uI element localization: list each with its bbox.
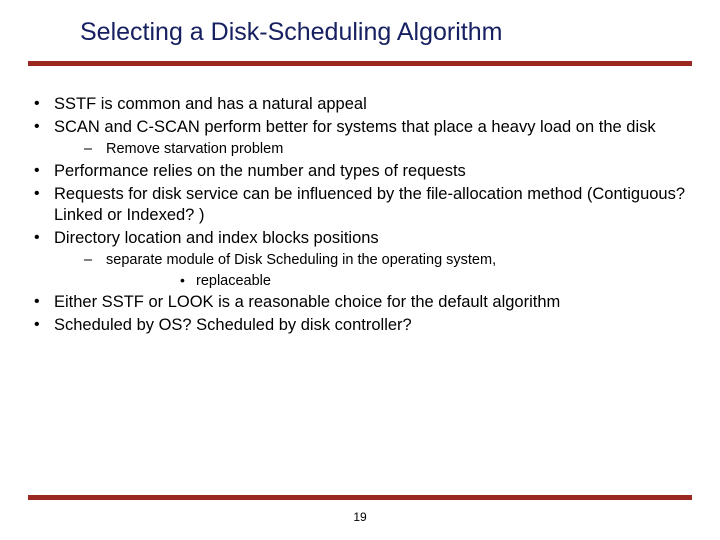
bullet-item: Directory location and index blocks posi… bbox=[28, 228, 692, 290]
bullet-item: Performance relies on the number and typ… bbox=[28, 161, 692, 182]
slide-content: SSTF is common and has a natural appeal … bbox=[28, 94, 692, 337]
bullet-item: Either SSTF or LOOK is a reasonable choi… bbox=[28, 292, 692, 313]
bullet-item: Requests for disk service can be influen… bbox=[28, 184, 692, 226]
divider-top bbox=[28, 61, 692, 66]
bullet-item: SCAN and C-SCAN perform better for syste… bbox=[28, 117, 692, 159]
sub-bullet-item: separate module of Disk Scheduling in th… bbox=[54, 251, 692, 290]
page-number: 19 bbox=[0, 510, 720, 524]
slide-title: Selecting a Disk-Scheduling Algorithm bbox=[28, 18, 692, 61]
subsub-bullet-item: replaceable bbox=[106, 272, 692, 291]
bullet-item: SSTF is common and has a natural appeal bbox=[28, 94, 692, 115]
bullet-text: SCAN and C-SCAN perform better for syste… bbox=[54, 118, 656, 136]
bullet-text: Directory location and index blocks posi… bbox=[54, 229, 379, 247]
sub-bullet-item: Remove starvation problem bbox=[54, 140, 692, 159]
divider-bottom bbox=[28, 495, 692, 500]
sub-bullet-text: separate module of Disk Scheduling in th… bbox=[106, 252, 496, 268]
bullet-item: Scheduled by OS? Scheduled by disk contr… bbox=[28, 315, 692, 336]
